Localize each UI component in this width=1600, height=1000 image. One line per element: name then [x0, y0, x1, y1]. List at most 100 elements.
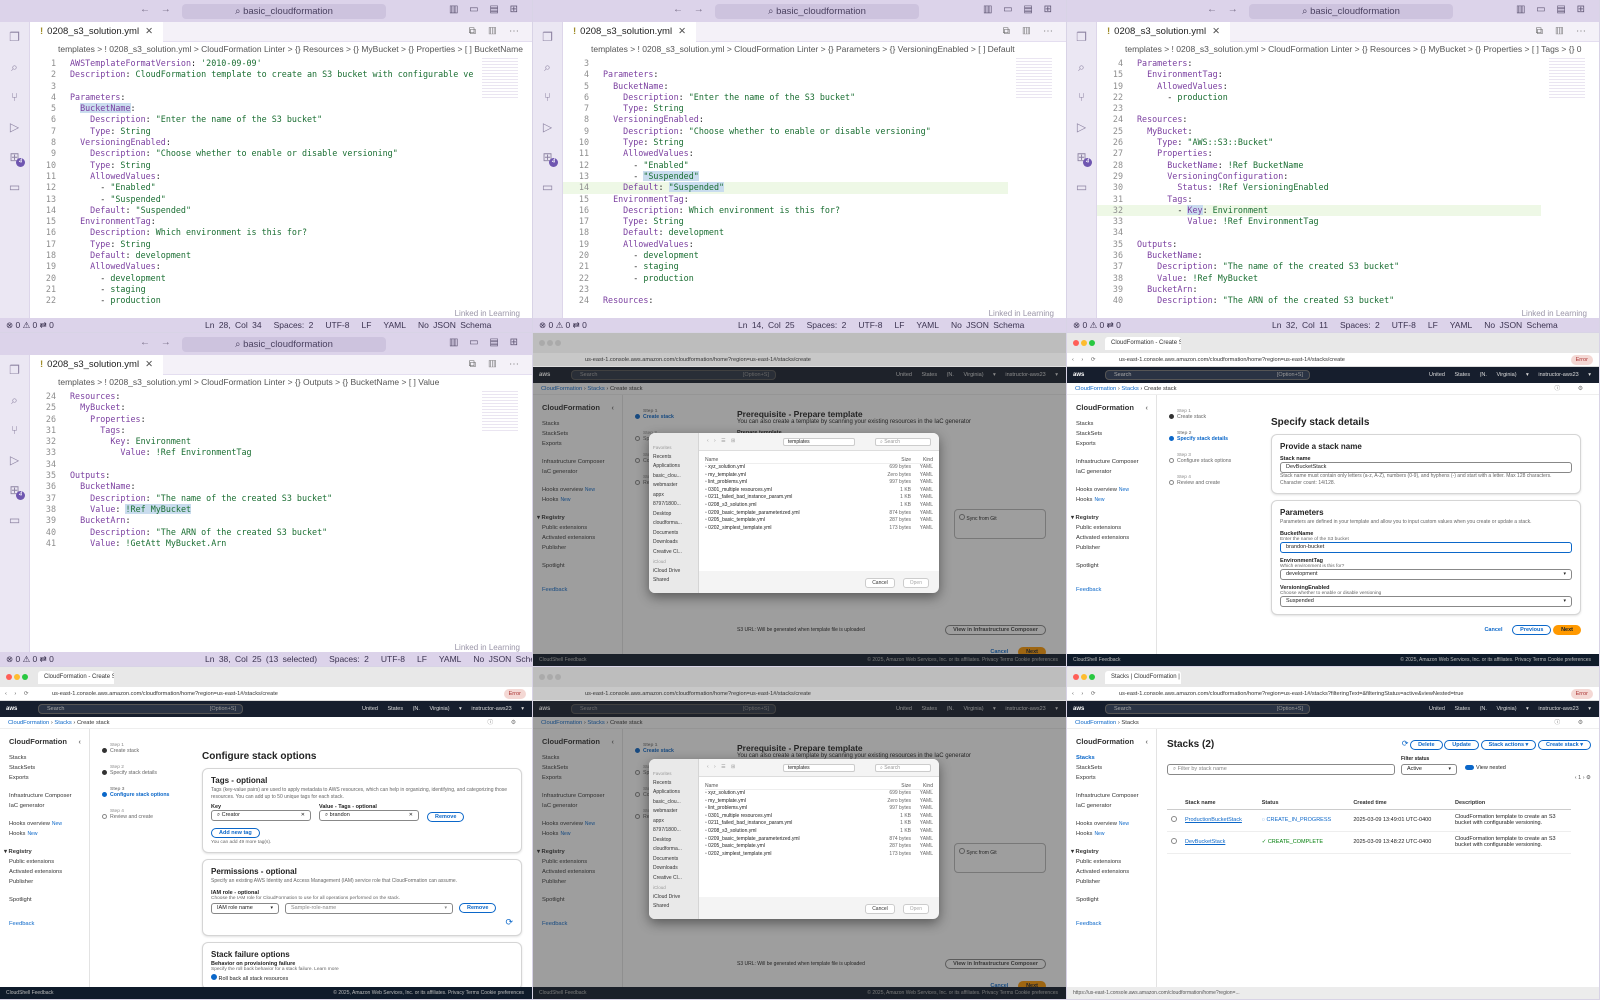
side-nav-item[interactable]: Activated extensions: [1067, 533, 1156, 543]
address-bar[interactable]: us-east-1.console.aws.amazon.com/cloudfo…: [533, 353, 1066, 367]
editor-actions-icon[interactable]: ⧉ ▥ ⋯: [1003, 26, 1058, 37]
nav-arrows-icon[interactable]: ← →: [1207, 4, 1242, 15]
finder-sidebar-item[interactable]: 8797/1800...: [649, 500, 698, 510]
previous-button[interactable]: Previous: [1512, 624, 1552, 635]
side-nav-item[interactable]: Exports: [0, 773, 89, 783]
file-row[interactable]: ▫ 0301_multiple resources.yml 1 KB YAML: [705, 813, 933, 821]
search-icon[interactable]: ⌕: [0, 385, 29, 415]
nav-arrows-icon[interactable]: ← →: [673, 4, 708, 15]
window-controls[interactable]: [539, 340, 563, 348]
run-debug-icon[interactable]: ▷: [0, 112, 29, 142]
refresh-icon[interactable]: ⟳: [211, 917, 513, 928]
col-kind[interactable]: Kind: [923, 782, 933, 790]
finder-sidebar-item[interactable]: Documents: [649, 855, 698, 865]
source-control-icon[interactable]: ⑂: [0, 415, 29, 445]
command-center-search[interactable]: ⌕ basic_cloudformation: [715, 4, 919, 19]
iam-role-select[interactable]: Sample-role-name ▾: [285, 902, 453, 914]
extensions-icon[interactable]: ⊞ 4: [1067, 142, 1096, 172]
run-debug-icon[interactable]: ▷: [533, 112, 562, 142]
file-row[interactable]: ▫ 0211_failed_bad_instance_param.yml 1 KB…: [705, 820, 933, 828]
side-nav-item[interactable]: IaC generator: [1067, 467, 1156, 477]
window-controls[interactable]: [6, 674, 30, 682]
editor-actions-icon[interactable]: ⧉ ▥ ⋯: [1536, 26, 1591, 37]
layout-icons[interactable]: ▥ ▭ ▤ ⊞: [1516, 4, 1589, 15]
footer-right[interactable]: © 2025, Amazon Web Services, Inc. or its…: [333, 987, 524, 999]
status-item[interactable]: Spaces: 2: [329, 654, 369, 664]
tag-key-input[interactable]: ⌕ Creator ✕: [211, 810, 311, 821]
run-debug-icon[interactable]: ▷: [1067, 112, 1096, 142]
code-editor[interactable]: 24 Resources: 25 MyBucket: 26 Properties: 31…: [30, 391, 474, 640]
status-item[interactable]: No JSON Schema: [1484, 320, 1557, 330]
window-controls[interactable]: [1073, 340, 1097, 348]
side-nav-item[interactable]: Hooks overview New: [1067, 485, 1156, 495]
status-item[interactable]: Ln 32, Col 11: [1272, 320, 1328, 330]
stack-actions-button[interactable]: Stack actions ▾: [1480, 740, 1537, 750]
close-icon[interactable]: ✕: [1212, 26, 1220, 37]
browser-tab[interactable]: CloudFormation - Create St...: [38, 671, 114, 684]
status-item[interactable]: Ln 28, Col 34: [205, 320, 262, 330]
side-nav-item[interactable]: Infrastructure Composer: [1067, 457, 1156, 467]
code-editor[interactable]: 3 4 Parameters: 5 BucketName: 6 Description:…: [563, 58, 1008, 306]
col-stack-name[interactable]: Stack name: [1181, 797, 1258, 810]
layout-icons[interactable]: ▥ ▭ ▤ ⊞: [449, 337, 522, 348]
minimap[interactable]: [1016, 58, 1052, 98]
status-item[interactable]: LF: [1428, 320, 1438, 330]
address-bar[interactable]: ‹ › ⟳ us-east-1.console.aws.amazon.com/cl…: [1067, 687, 1599, 701]
wizard-step[interactable]: Step 4Review and create: [1169, 475, 1269, 497]
finder-sidebar-item[interactable]: Creative Cl...: [649, 548, 698, 558]
extensions-icon[interactable]: ⊞ 4: [0, 142, 29, 172]
finder-sidebar-item[interactable]: basic_clou...: [649, 472, 698, 482]
side-nav-item[interactable]: Activated extensions: [0, 867, 89, 877]
side-nav-item[interactable]: Exports: [1067, 439, 1156, 449]
clear-icon[interactable]: ✕: [301, 811, 305, 820]
delete-button[interactable]: Delete: [1410, 740, 1443, 750]
editor-actions-icon[interactable]: ⧉ ▥ ⋯: [469, 26, 524, 37]
code-editor[interactable]: 1 AWSTemplateFormatVersion: '2010-09-09' 2…: [30, 58, 474, 306]
side-nav-item[interactable]: Infrastructure Composer: [0, 791, 89, 801]
col-size[interactable]: Size: [901, 456, 911, 464]
col-kind[interactable]: Kind: [923, 456, 933, 464]
code-editor[interactable]: 4 Parameters: 15 EnvironmentTag: 19 Allowed…: [1097, 58, 1541, 306]
region-selector[interactable]: United States (N. Virginia) ▾: [1429, 706, 1529, 712]
row-select[interactable]: [1167, 809, 1181, 832]
side-nav-item[interactable]: Public extensions: [1067, 857, 1156, 867]
side-nav-item[interactable]: Hooks overview New: [1067, 819, 1156, 829]
file-tab[interactable]: ! 0208_s3_solution.yml ✕: [1097, 22, 1231, 42]
command-center-search[interactable]: ⌕ basic_cloudformation: [1249, 4, 1453, 19]
finder-sidebar-item[interactable]: Downloads: [649, 538, 698, 548]
status-item[interactable]: LF: [417, 654, 427, 664]
finder-sidebar-item[interactable]: appx: [649, 817, 698, 827]
side-nav-item[interactable]: Hooks New: [0, 829, 89, 839]
folder-select[interactable]: templates: [783, 764, 855, 772]
row-select[interactable]: [1167, 831, 1181, 854]
side-nav-item[interactable]: Publisher: [1067, 877, 1156, 887]
radio-icon[interactable]: [1171, 838, 1177, 844]
minimap[interactable]: [482, 391, 518, 431]
file-row[interactable]: ▫ lint_problems.yml 997 bytes YAML: [705, 479, 933, 487]
status-item[interactable]: YAML: [916, 320, 939, 330]
wizard-step[interactable]: Step 1 Create stack: [1169, 409, 1269, 431]
browser-tab[interactable]: Stacks | CloudFormation | ...: [1105, 671, 1181, 684]
status-item[interactable]: UTF-8: [381, 654, 405, 664]
problems-indicator[interactable]: ⊗ 0 ⚠ 0 ⇄ 0: [6, 318, 54, 332]
explorer-icon[interactable]: ❐: [533, 22, 562, 52]
finder-sidebar-item[interactable]: Applications: [649, 788, 698, 798]
close-icon[interactable]: ✕: [145, 26, 153, 37]
file-row[interactable]: ▫ 0205_basic_template.yml 287 bytes YAML: [705, 843, 933, 851]
aws-logo-icon[interactable]: aws: [1073, 701, 1084, 717]
finder-sidebar-item[interactable]: appx: [649, 491, 698, 501]
status-item[interactable]: No JSON Schema: [951, 320, 1024, 330]
clear-icon[interactable]: ✕: [409, 811, 413, 820]
dialog-open-button[interactable]: Open: [902, 578, 929, 588]
iam-type-select[interactable]: IAM role name ▾: [211, 902, 279, 914]
info-icon[interactable]: ⓘ ⚙: [487, 717, 524, 729]
status-item[interactable]: YAML: [439, 654, 462, 664]
tag-value-input[interactable]: ⌕ brandon ✕: [319, 810, 419, 821]
search-icon[interactable]: ⌕: [533, 52, 562, 82]
file-row[interactable]: ▫ 0202_simplest_template.yml 173 bytes YAM…: [705, 851, 933, 859]
remove-role-button[interactable]: Remove: [459, 902, 497, 913]
side-nav-item[interactable]: Activated extensions: [1067, 867, 1156, 877]
minimap[interactable]: [482, 58, 518, 98]
status-item[interactable]: UTF-8: [1392, 320, 1416, 330]
col-created[interactable]: Created time: [1349, 797, 1451, 810]
